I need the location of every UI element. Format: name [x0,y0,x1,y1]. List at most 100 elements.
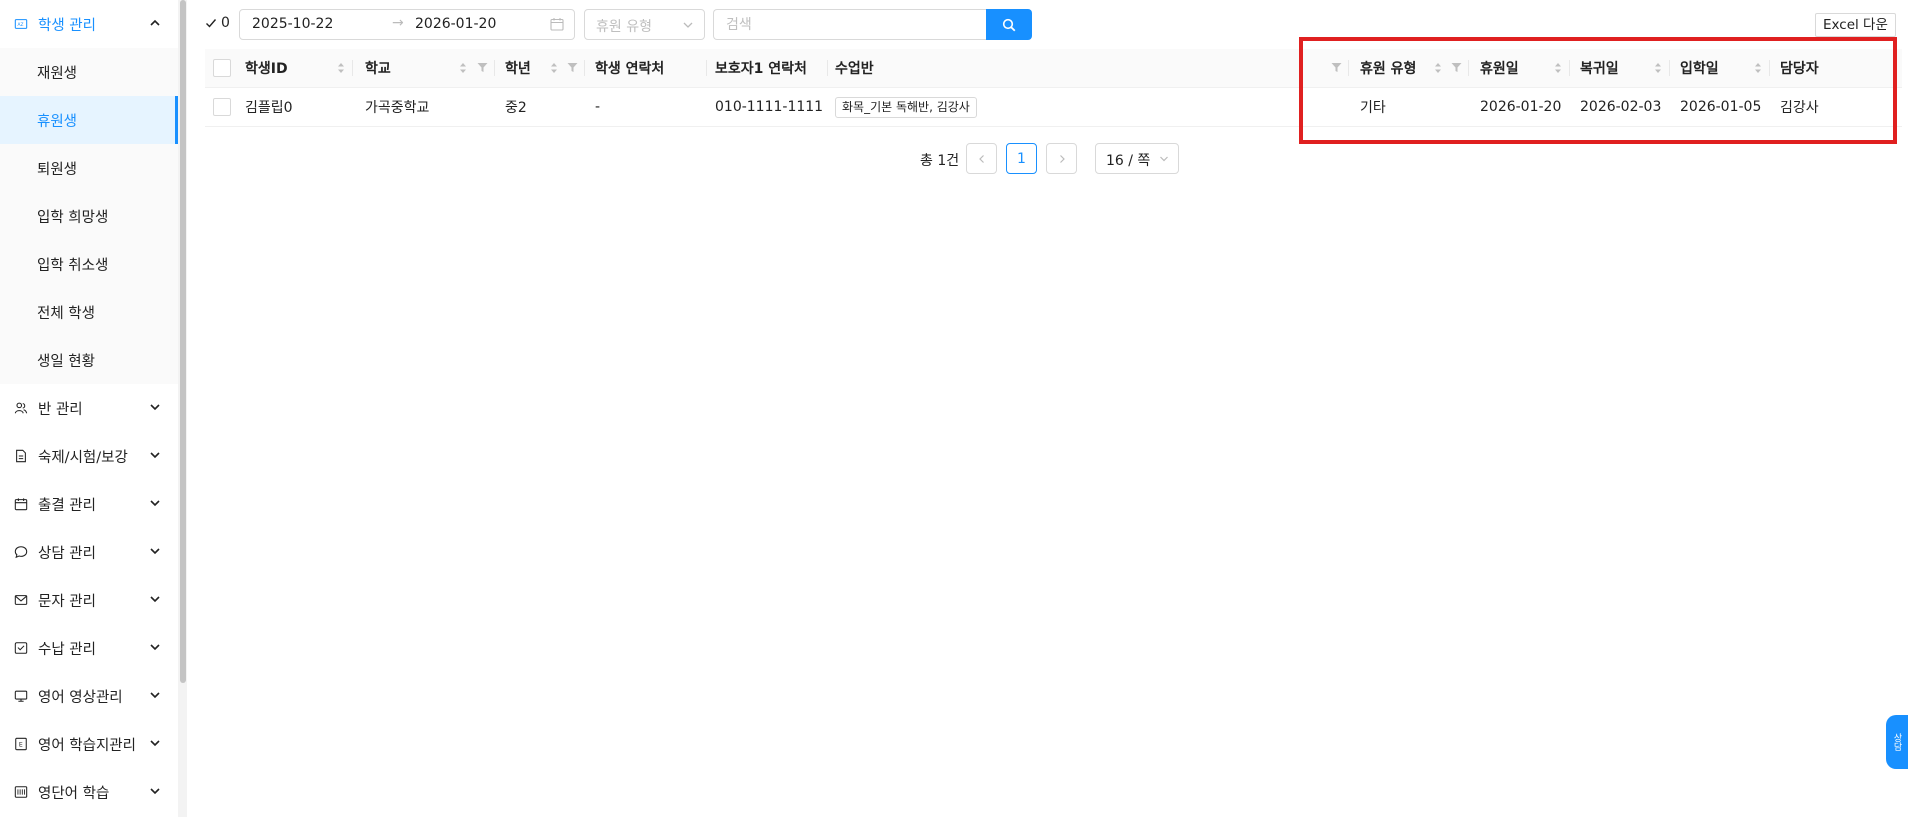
calendar-icon [13,496,29,512]
date-range-picker[interactable]: 2025-10-22 → 2026-01-20 [239,9,575,40]
sidebar-item-label: 전체 학생 [37,305,95,322]
col-leave-type[interactable]: 휴원 유형 [1360,49,1416,87]
cell-return-date: 2026-02-03 [1580,99,1662,115]
date-to[interactable]: 2026-01-20 [415,16,496,32]
menu-attendance[interactable]: 출결 관리 [0,480,178,528]
table-header: 학생ID 학교 학년 학생 연락처 보호자1 연락처 수업반 휴원 유형 휴원일… [205,49,1902,88]
floating-help-button[interactable]: 상담 [1886,715,1908,769]
menu-english-worksheet[interactable]: E 영어 학습지관리 [0,720,178,768]
chevron-left-icon [978,154,984,163]
class-tag: 화목_기본 독해반, 김강사 [835,96,977,118]
sort-icon[interactable] [1654,61,1662,75]
excel-download-button[interactable]: Excel 다운 [1815,13,1896,37]
chat-icon [13,544,29,560]
sidebar-item-label: 재원생 [37,65,78,82]
column-divider [584,60,585,76]
col-admission-date[interactable]: 입학일 [1680,49,1719,87]
filter-icon[interactable] [567,62,578,73]
select-all-checkbox[interactable] [213,59,231,77]
sidebar-item-cancelled[interactable]: 입학 취소생 [0,240,178,288]
sidebar-item-label: 휴원생 [37,113,78,130]
chevron-up-icon [150,19,160,26]
sort-icon[interactable] [1434,61,1442,75]
cell-leave-date: 2026-01-20 [1480,99,1562,115]
col-student-phone: 학생 연락처 [595,61,665,77]
chevron-right-icon [1059,154,1065,163]
sidebar-item-withdrawn[interactable]: 퇴원생 [0,144,178,192]
column-divider [494,60,495,76]
table-row[interactable]: 김플립0 가곡중학교 중2 - 010-1111-1111 화목_기본 독해반,… [205,88,1902,127]
document-icon [13,448,29,464]
col-student-id[interactable]: 학생ID [245,49,288,87]
e-book-icon: E [13,736,29,752]
menu-english-worksheet-label: 영어 학습지관리 [38,737,136,754]
menu-sms[interactable]: 문자 관리 [0,576,178,624]
filter-icon[interactable] [477,62,488,73]
leave-type-select[interactable]: 휴원 유형 [584,9,705,40]
people-icon [13,400,29,416]
menu-english-video[interactable]: 영어 영상관리 [0,672,178,720]
column-divider [1468,60,1469,76]
chevron-down-icon [150,548,160,555]
sidebar: AZ 학생 관리 재원생 휴원생 퇴원생 입학 희망생 입학 취소생 전체 학생… [0,0,179,817]
menu-counseling[interactable]: 상담 관리 [0,528,178,576]
menu-class-management[interactable]: 반 관리 [0,384,178,432]
col-guardian-phone: 보호자1 연락처 [715,61,807,77]
svg-text:E: E [19,742,23,749]
sidebar-item-on-leave[interactable]: 휴원생 [0,96,178,144]
sidebar-item-birthdays[interactable]: 생일 현황 [0,336,178,384]
menu-homework[interactable]: 숙제/시험/보강 [0,432,178,480]
page-size-value: 16 / 쪽 [1106,153,1151,169]
student-card-icon: AZ [13,16,29,32]
column-divider [827,60,828,76]
chevron-down-icon [150,644,160,651]
cell-guardian-phone: 010-1111-1111 [715,99,824,115]
sidebar-item-label: 입학 취소생 [37,257,109,274]
calendar-icon [550,18,564,31]
col-return-date[interactable]: 복귀일 [1580,49,1619,87]
sidebar-item-prospective[interactable]: 입학 희망생 [0,192,178,240]
menu-payment[interactable]: 수납 관리 [0,624,178,672]
sidebar-item-all-students[interactable]: 전체 학생 [0,288,178,336]
col-leave-date[interactable]: 휴원일 [1480,49,1519,87]
menu-counseling-label: 상담 관리 [38,545,96,562]
prev-page-button[interactable] [966,143,997,174]
filter-icon[interactable] [1451,62,1462,73]
col-classes: 수업반 [835,61,874,77]
page-size-select[interactable]: 16 / 쪽 [1095,143,1179,174]
menu-vocabulary-label: 영단어 학습 [38,785,110,802]
search-button[interactable] [986,9,1032,40]
menu-vocabulary[interactable]: 영단어 학습 [0,768,178,816]
sidebar-scrollbar-thumb[interactable] [180,0,186,683]
chevron-down-icon [150,788,160,795]
page-button-1[interactable]: 1 [1006,143,1037,174]
search-icon [1002,18,1016,31]
sidebar-item-label: 퇴원생 [37,161,78,178]
row-checkbox[interactable] [213,98,231,116]
sort-icon[interactable] [337,61,345,75]
cell-student-id[interactable]: 김플립0 [245,88,293,126]
sort-icon[interactable] [550,61,558,75]
column-divider [1769,60,1770,76]
search-input[interactable] [713,9,987,40]
filter-icon[interactable] [1331,62,1342,73]
cell-admission-date: 2026-01-05 [1680,99,1762,115]
next-page-button[interactable] [1046,143,1077,174]
chevron-down-icon [683,22,693,28]
sidebar-item-enrolled[interactable]: 재원생 [0,48,178,96]
sort-icon[interactable] [459,61,467,75]
date-from[interactable]: 2025-10-22 [252,16,333,32]
cell-leave-type: 기타 [1360,100,1386,116]
vocabulary-icon [13,784,29,800]
col-grade[interactable]: 학년 [505,49,531,87]
col-school[interactable]: 학교 [365,49,391,87]
selected-count-value: 0 [221,15,230,31]
sort-icon[interactable] [1554,61,1562,75]
column-divider [352,60,353,76]
column-divider [706,60,707,76]
menu-student-management[interactable]: AZ 학생 관리 [0,0,178,48]
cell-student-phone: - [595,99,601,115]
menu-student-management-label: 학생 관리 [38,17,96,34]
monitor-icon [13,688,29,704]
sort-icon[interactable] [1754,61,1762,75]
